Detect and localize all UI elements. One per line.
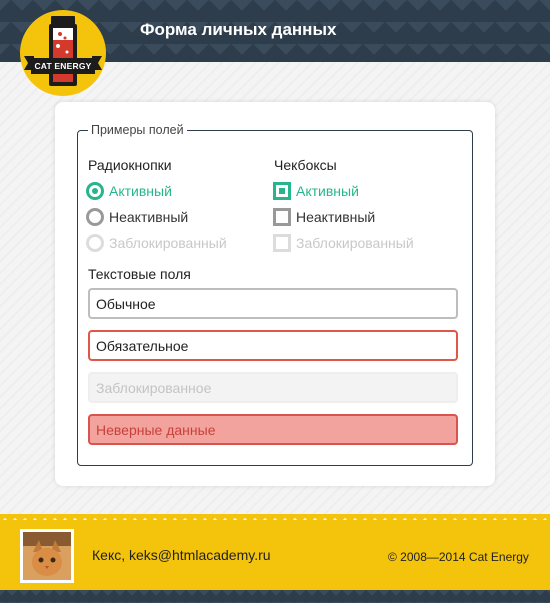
fields-fieldset: Примеры полей Радиокнопки Активный Неакт… <box>77 123 473 466</box>
fieldset-legend: Примеры полей <box>88 123 187 137</box>
checkbox-group-title: Чекбоксы <box>274 157 337 173</box>
radio-unchecked-icon <box>86 208 104 226</box>
footer-bottom-band <box>0 590 550 603</box>
logo-bottle-icon <box>24 16 102 86</box>
disabled-text-field: Заблокированное <box>88 372 458 403</box>
radio-group-title: Радиокнопки <box>88 157 172 173</box>
page-title: Форма личных данных <box>140 20 337 39</box>
radio-label: Неактивный <box>109 209 189 225</box>
footer-copyright: © 2008—2014 Cat Energy <box>388 550 529 564</box>
radio-label: Активный <box>109 183 172 199</box>
cat-energy-logo[interactable]: CAT ENERGY <box>20 10 106 96</box>
radio-inactive[interactable]: Неактивный <box>86 207 188 227</box>
user-avatar[interactable] <box>20 529 74 583</box>
radio-checked-icon <box>86 182 104 200</box>
normal-text-field[interactable]: Обычное <box>88 288 458 319</box>
cat-avatar-icon <box>23 532 71 580</box>
logo-text: CAT ENERGY <box>34 61 92 71</box>
radio-label: Заблокированный <box>109 235 227 251</box>
checkbox-active[interactable]: Активный <box>273 181 359 201</box>
checkbox-inactive[interactable]: Неактивный <box>273 207 375 227</box>
checkbox-checked-icon <box>273 182 291 200</box>
checkbox-disabled: Заблокированный <box>273 233 414 253</box>
checkbox-unchecked-icon <box>273 208 291 226</box>
checkbox-label: Заблокированный <box>296 235 414 251</box>
text-fields-title: Текстовые поля <box>88 266 191 282</box>
checkbox-label: Активный <box>296 183 359 199</box>
footer-user-info: Кекс, keks@htmlacademy.ru <box>92 547 271 563</box>
error-text-field[interactable]: Неверные данные <box>88 414 458 445</box>
radio-disabled-icon <box>86 234 104 252</box>
form-card: Примеры полей Радиокнопки Активный Неакт… <box>55 102 495 486</box>
radio-disabled: Заблокированный <box>86 233 227 253</box>
checkbox-disabled-icon <box>273 234 291 252</box>
checkbox-label: Неактивный <box>296 209 376 225</box>
radio-active[interactable]: Активный <box>86 181 172 201</box>
required-text-field[interactable]: Обязательное <box>88 330 458 361</box>
